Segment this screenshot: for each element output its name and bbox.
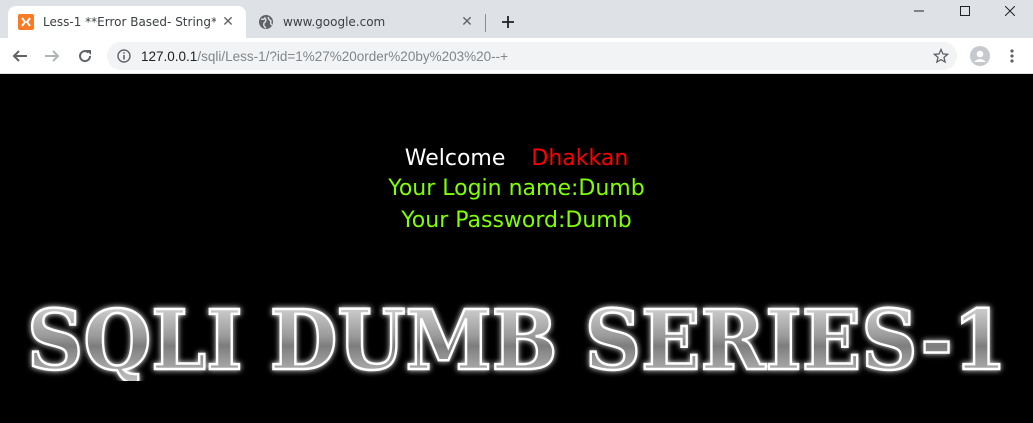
browser-chrome: Less-1 **Error Based- String** ✕ www.goo… [0, 0, 1033, 74]
tab-separator [485, 14, 486, 32]
profile-icon [970, 46, 990, 66]
welcome-line: Welcome Dhakkan [0, 146, 1033, 171]
globe-icon [259, 15, 273, 29]
sqli-dumb-series-banner: SQLI DUMB SERIES-1 [26, 301, 1009, 381]
xampp-favicon-icon [18, 14, 34, 30]
window-close-icon [1005, 6, 1015, 16]
welcome-text: Welcome [404, 146, 506, 171]
page-content: Welcome Dhakkan Your Login name:Dumb Your… [0, 74, 1033, 423]
minimize-button[interactable] [896, 0, 942, 22]
login-name-text: Your Login name:Dumb [388, 176, 645, 201]
tab-less-1[interactable]: Less-1 **Error Based- String** ✕ [8, 6, 246, 38]
password-text: Your Password:Dumb [401, 208, 632, 233]
profile-button[interactable] [968, 44, 992, 68]
back-button[interactable] [8, 44, 32, 68]
url-host: 127.0.0.1 [141, 48, 198, 64]
toolbar: 127.0.0.1/sqli/Less-1/?id=1%27%20order%2… [0, 38, 1033, 74]
banner-text: SQLI DUMB SERIES-1 [27, 301, 1007, 381]
tab-title: www.google.com [283, 15, 386, 29]
star-icon[interactable] [933, 48, 949, 64]
forward-arrow-icon [45, 50, 60, 62]
close-icon[interactable]: ✕ [220, 14, 236, 30]
close-icon[interactable]: ✕ [459, 14, 475, 30]
tab-title: Less-1 **Error Based- String** [43, 15, 216, 29]
more-menu-icon [1010, 49, 1014, 63]
maximize-icon [960, 6, 970, 16]
address-bar[interactable]: 127.0.0.1/sqli/Less-1/?id=1%27%20order%2… [107, 42, 957, 70]
new-tab-button[interactable] [496, 10, 520, 34]
forward-button[interactable] [40, 44, 64, 68]
more-menu-button[interactable] [1000, 44, 1024, 68]
reload-icon [79, 50, 92, 63]
user-name: Dhakkan [531, 146, 629, 171]
tab-strip: Less-1 **Error Based- String** ✕ www.goo… [0, 0, 1033, 38]
minimize-icon [914, 10, 924, 12]
plus-icon [502, 16, 514, 28]
window-close-button[interactable] [987, 0, 1033, 22]
url-text: 127.0.0.1/sqli/Less-1/?id=1%27%20order%2… [141, 49, 508, 64]
tab-google[interactable]: www.google.com ✕ [248, 6, 485, 38]
reload-button[interactable] [73, 44, 97, 68]
maximize-button[interactable] [942, 0, 988, 22]
back-arrow-icon [12, 50, 27, 62]
url-path: /sqli/Less-1/?id=1%27%20order%20by%203%2… [197, 48, 509, 64]
info-icon[interactable] [117, 49, 131, 63]
